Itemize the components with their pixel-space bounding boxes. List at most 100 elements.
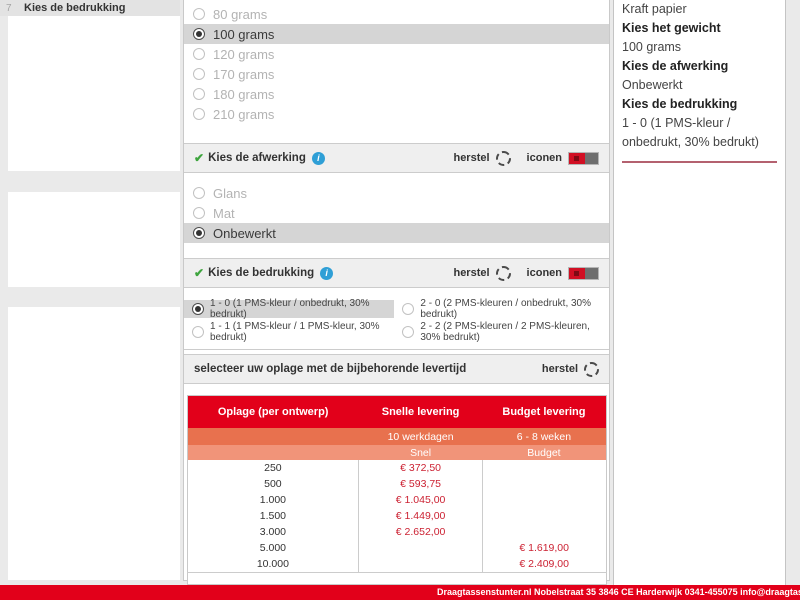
- configurator-panel: 80 grams 100 grams 120 grams 170 grams 1…: [183, 0, 610, 581]
- afwerking-option-onbewerkt[interactable]: Onbewerkt: [184, 223, 609, 243]
- afwerking-option-glans[interactable]: Glans: [184, 183, 609, 203]
- summary-gewicht-label: Kies het gewicht: [622, 19, 777, 38]
- oplage-value: 5.000: [187, 540, 359, 556]
- bedrukking-header: ✔ Kies de bedrukking i herstel iconen: [184, 258, 609, 288]
- radio-selected-icon[interactable]: [193, 28, 205, 40]
- summary-separator: [622, 161, 777, 163]
- radio-icon[interactable]: [193, 187, 205, 199]
- radio-icon[interactable]: [193, 8, 205, 20]
- divider: [184, 349, 609, 350]
- bedrukking-options: 1 - 0 (1 PMS-kleur / onbedrukt, 30% bedr…: [184, 300, 609, 341]
- herstel-button[interactable]: herstel: [453, 152, 489, 164]
- radio-selected-icon[interactable]: [193, 227, 205, 239]
- budget-price[interactable]: € 1.619,00: [482, 540, 606, 556]
- check-icon: ✔: [194, 151, 204, 165]
- bedrukking-option-1-0[interactable]: 1 - 0 (1 PMS-kleur / onbedrukt, 30% bedr…: [184, 300, 394, 318]
- radio-icon[interactable]: [193, 108, 205, 120]
- section-number: 7: [0, 3, 24, 14]
- table-row: 250 € 372,50: [187, 460, 606, 476]
- snel-price[interactable]: € 1.045,00: [359, 492, 483, 508]
- table-row: 1.000 € 1.045,00: [187, 492, 606, 508]
- snel-price[interactable]: € 372,50: [359, 460, 483, 476]
- refresh-icon[interactable]: [496, 266, 511, 281]
- radio-icon[interactable]: [193, 207, 205, 219]
- radio-icon[interactable]: [402, 303, 414, 315]
- budget-price[interactable]: [482, 492, 606, 508]
- iconen-button[interactable]: iconen: [527, 267, 562, 279]
- weight-option-label: 180 grams: [213, 87, 274, 102]
- snel-price[interactable]: € 593,75: [359, 476, 483, 492]
- delivery-type-row: Snel Budget: [187, 445, 606, 460]
- iconen-button[interactable]: iconen: [527, 152, 562, 164]
- table-row: 3.000 € 2.652,00: [187, 524, 606, 540]
- afwerking-option-mat[interactable]: Mat: [184, 203, 609, 223]
- summary-gewicht-value: 100 grams: [622, 38, 777, 57]
- weight-option-label: 210 grams: [213, 107, 274, 122]
- sidebar-box-bedrukking: [8, 307, 180, 580]
- radio-icon[interactable]: [192, 326, 204, 338]
- weight-option-label: 120 grams: [213, 47, 274, 62]
- bedrukking-option-label: 2 - 2 (2 PMS-kleuren / 2 PMS-kleuren, 30…: [420, 321, 609, 343]
- info-icon[interactable]: i: [320, 267, 333, 280]
- snel-price[interactable]: [359, 540, 483, 556]
- refresh-icon[interactable]: [496, 151, 511, 166]
- iconen-toggle-icon[interactable]: [568, 267, 599, 280]
- oplage-header: selecteer uw oplage met de bijbehorende …: [184, 354, 609, 384]
- budget-price[interactable]: [482, 476, 606, 492]
- bedrukking-option-1-1[interactable]: 1 - 1 (1 PMS-kleur / 1 PMS-kleur, 30% be…: [184, 323, 394, 341]
- table-row: 10.000 € 2.409,00: [187, 556, 606, 573]
- weight-option-120[interactable]: 120 grams: [184, 44, 609, 64]
- budget-delivery-time: 6 - 8 weken: [482, 428, 606, 445]
- weight-option-170[interactable]: 170 grams: [184, 64, 609, 84]
- afwerking-options: Glans Mat Onbewerkt: [184, 173, 609, 243]
- weight-option-label: 80 grams: [213, 7, 267, 22]
- bedrukking-option-label: 1 - 0 (1 PMS-kleur / onbedrukt, 30% bedr…: [210, 298, 394, 320]
- weight-option-80[interactable]: 80 grams: [184, 4, 609, 24]
- radio-selected-icon[interactable]: [192, 303, 204, 315]
- snel-price[interactable]: € 1.449,00: [359, 508, 483, 524]
- oplage-value: 10.000: [187, 556, 359, 573]
- bedrukking-header-title: Kies de bedrukking: [208, 267, 314, 279]
- budget-price[interactable]: [482, 524, 606, 540]
- weight-option-180[interactable]: 180 grams: [184, 84, 609, 104]
- weight-option-100[interactable]: 100 grams: [184, 24, 609, 44]
- radio-icon[interactable]: [193, 88, 205, 100]
- afwerking-header: ✔ Kies de afwerking i herstel iconen: [184, 143, 609, 173]
- price-table: Oplage (per ontwerp) Snelle levering Bud…: [187, 395, 607, 585]
- bedrukking-option-2-2[interactable]: 2 - 2 (2 PMS-kleuren / 2 PMS-kleuren, 30…: [394, 323, 609, 341]
- oplage-value: 1.000: [187, 492, 359, 508]
- summary-bedrukking-value: 1 - 0 (1 PMS-kleur / onbedrukt, 30% bedr…: [622, 114, 777, 152]
- refresh-icon[interactable]: [584, 362, 599, 377]
- snel-price[interactable]: [359, 556, 483, 573]
- iconen-toggle-icon[interactable]: [568, 152, 599, 165]
- bedrukking-option-2-0[interactable]: 2 - 0 (2 PMS-kleuren / onbedrukt, 30% be…: [394, 300, 609, 318]
- table-row: 5.000 € 1.619,00: [187, 540, 606, 556]
- afwerking-option-label: Onbewerkt: [213, 226, 276, 241]
- budget-price[interactable]: € 2.409,00: [482, 556, 606, 573]
- weight-options: 80 grams 100 grams 120 grams 170 grams 1…: [184, 0, 609, 124]
- summary-afwerking-value: Onbewerkt: [622, 76, 777, 95]
- oplage-value: 500: [187, 476, 359, 492]
- budget-price[interactable]: [482, 460, 606, 476]
- radio-icon[interactable]: [193, 68, 205, 80]
- snel-price[interactable]: € 2.652,00: [359, 524, 483, 540]
- table-row: 500 € 593,75: [187, 476, 606, 492]
- bedrukking-option-label: 2 - 0 (2 PMS-kleuren / onbedrukt, 30% be…: [420, 298, 609, 320]
- delivery-time-row: 10 werkdagen 6 - 8 weken: [187, 428, 606, 445]
- radio-icon[interactable]: [193, 48, 205, 60]
- footer-bar: Draagtassenstunter.nl Nobelstraat 35 384…: [0, 585, 800, 600]
- sidebar-box-gewicht: [8, 16, 180, 171]
- afwerking-option-label: Glans: [213, 186, 247, 201]
- radio-icon[interactable]: [402, 326, 414, 338]
- herstel-button[interactable]: herstel: [453, 267, 489, 279]
- section-label: Kies de bedrukking: [24, 2, 125, 14]
- info-icon[interactable]: i: [312, 152, 325, 165]
- budget-price[interactable]: [482, 508, 606, 524]
- table-empty-row: [187, 573, 606, 585]
- budget-label: Budget: [482, 445, 606, 460]
- col-snelle-levering: Snelle levering: [359, 396, 483, 429]
- weight-option-210[interactable]: 210 grams: [184, 104, 609, 124]
- herstel-button[interactable]: herstel: [542, 363, 578, 375]
- table-row: 1.500 € 1.449,00: [187, 508, 606, 524]
- sidebar-section-bedrukking: 7 Kies de bedrukking: [0, 0, 180, 16]
